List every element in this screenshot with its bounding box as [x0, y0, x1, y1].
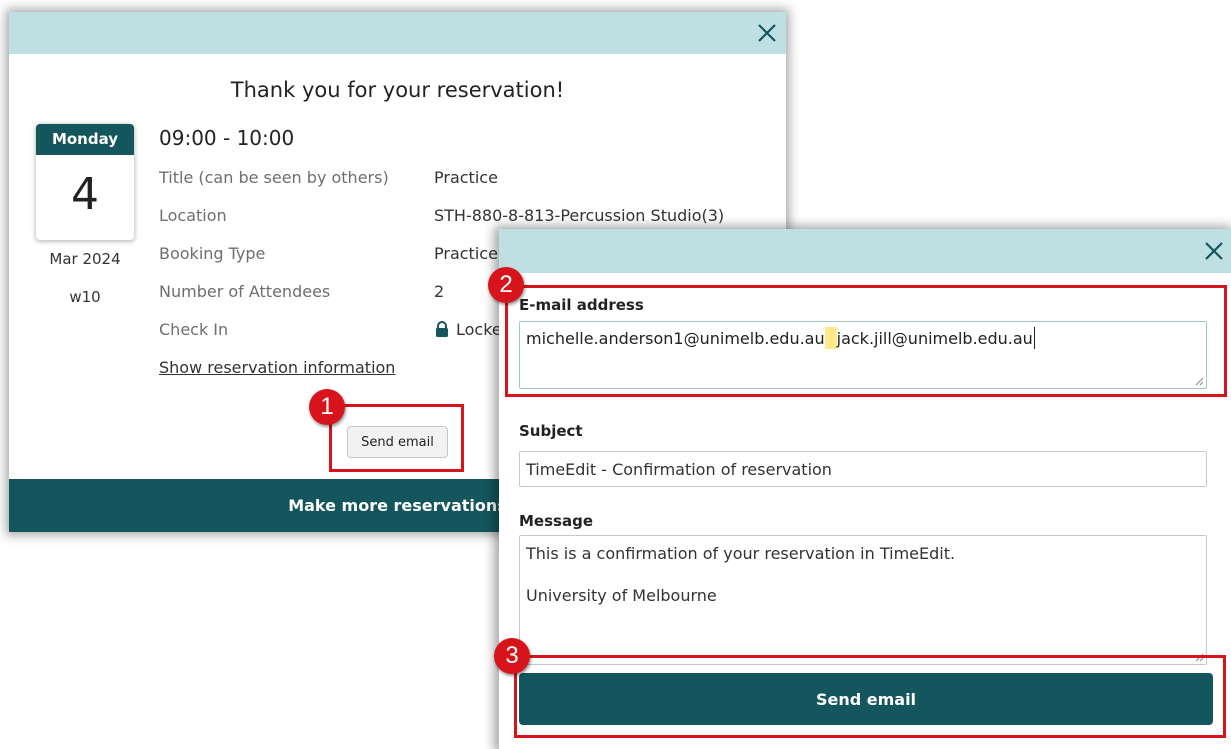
step-badge-3: 3 — [494, 638, 530, 674]
message-label: Message — [519, 512, 593, 530]
message-line: University of Melbourne — [526, 586, 717, 605]
close-icon[interactable] — [1201, 238, 1227, 264]
email-address-field[interactable]: michelle.anderson1@unimelb.edu.au jack.ji… — [519, 321, 1207, 389]
attendees-value: 2 — [434, 282, 445, 301]
text-cursor — [1033, 327, 1035, 349]
confirmation-heading: Thank you for your reservation! — [230, 78, 565, 102]
step-badge-2: 2 — [488, 267, 524, 303]
email-address-label: E-mail address — [519, 296, 644, 314]
separator-highlight — [824, 327, 837, 349]
date-card: Monday 4 — [36, 124, 134, 240]
email-recipient-2: jack.jill@unimelb.edu.au — [836, 329, 1033, 348]
location-value: STH-880-8-813-Percussion Studio(3) — [434, 206, 725, 225]
booking-type-value: Practice — [434, 244, 498, 263]
week-label: w10 — [69, 288, 101, 306]
show-reservation-info-link[interactable]: Show reservation information — [159, 358, 395, 377]
booking-type-label: Booking Type — [159, 244, 266, 263]
subject-field[interactable] — [519, 451, 1207, 487]
check-in-label: Check In — [159, 320, 229, 339]
email-recipient-1: michelle.anderson1@unimelb.edu.au — [526, 329, 825, 348]
title-value: Practice — [434, 168, 498, 187]
resize-grip-icon[interactable] — [1194, 376, 1204, 386]
weekday-label: Monday — [36, 124, 134, 155]
month-year-label: Mar 2024 — [49, 250, 121, 268]
subject-label: Subject — [519, 422, 583, 440]
lock-icon — [434, 321, 450, 337]
time-range: 09:00 - 10:00 — [159, 126, 295, 150]
dialog-header-bar — [9, 12, 786, 54]
title-label: Title (can be seen by others) — [159, 168, 389, 187]
dialog-header-bar — [499, 229, 1231, 273]
close-icon[interactable] — [754, 20, 780, 46]
message-line: This is a confirmation of your reservati… — [526, 544, 956, 563]
send-email-submit-button[interactable]: Send email — [519, 673, 1213, 725]
resize-grip-icon[interactable] — [1194, 652, 1204, 662]
step-badge-1: 1 — [309, 389, 345, 425]
send-email-button[interactable]: Send email — [347, 426, 448, 458]
day-number: 4 — [71, 169, 99, 220]
attendees-label: Number of Attendees — [159, 282, 331, 301]
send-email-dialog: E-mail address michelle.anderson1@unimel… — [499, 229, 1231, 749]
message-field[interactable]: This is a confirmation of your reservati… — [519, 535, 1207, 665]
location-label: Location — [159, 206, 227, 225]
